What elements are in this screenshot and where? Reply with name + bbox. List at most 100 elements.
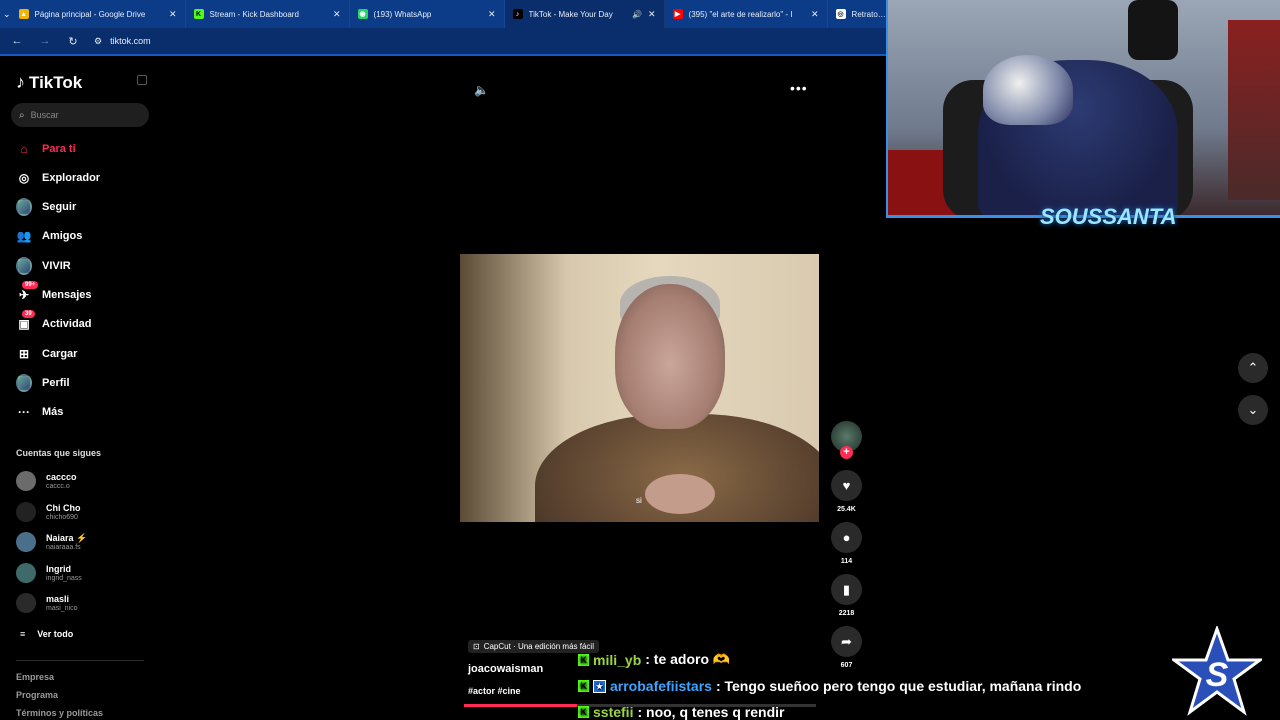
following-account[interactable]: Chi Cho chicho690 bbox=[16, 502, 81, 522]
footer-link-terms[interactable]: Términos y políticas bbox=[16, 708, 103, 718]
following-account[interactable]: caccco caccc.o bbox=[16, 471, 77, 491]
tab-close-icon[interactable]: ✕ bbox=[811, 9, 819, 20]
tab-close-icon[interactable]: ✕ bbox=[333, 9, 341, 20]
video-hashtags[interactable]: #actor #cine bbox=[468, 686, 521, 696]
account-name: Chi Cho bbox=[46, 502, 81, 513]
bookmark-action[interactable]: ▮ 2218 bbox=[831, 574, 862, 617]
next-video-button[interactable]: ⌄ bbox=[1238, 395, 1268, 425]
account-name: Naiara ⚡ bbox=[46, 532, 88, 543]
tab-title: Retrato con bbox=[851, 9, 888, 19]
account-handle: caccc.o bbox=[46, 482, 70, 490]
site-info-icon[interactable]: ⚙ bbox=[94, 36, 102, 47]
sidebar-item-label: Para ti bbox=[42, 143, 76, 155]
previous-video-button[interactable]: ⌃ bbox=[1238, 353, 1268, 383]
search-input[interactable]: ⌕ Buscar bbox=[11, 103, 149, 127]
streamer-name-logo: SOUSSANTA bbox=[1040, 204, 1177, 229]
tab-title: (395) "el arte de realizarlo" - I bbox=[688, 9, 793, 19]
avatar bbox=[16, 532, 36, 552]
browser-tab-bar: ⌄ ▲ Página principal - Google Drive ✕ K Stre… bbox=[0, 0, 897, 28]
upload-icon: ⊞ bbox=[18, 347, 30, 361]
following-account[interactable]: masli masi_nico bbox=[16, 593, 78, 613]
chat-username: arrobafefiistars bbox=[610, 678, 712, 694]
bookmark-icon[interactable]: ▮ bbox=[831, 574, 862, 605]
comment-icon[interactable]: ● bbox=[831, 522, 862, 553]
tab-title: Página principal - Google Drive bbox=[34, 9, 146, 19]
browser-tab[interactable]: ▲ Página principal - Google Drive ✕ bbox=[11, 0, 186, 28]
account-text: masli masi_nico bbox=[46, 594, 78, 613]
chat-message: Kmili_yb: te adoro 🫶 bbox=[578, 651, 730, 668]
sidebar-item[interactable]: Seguir bbox=[16, 198, 76, 216]
sidebar-item[interactable]: ⌂ Para ti bbox=[16, 141, 76, 157]
volume-icon[interactable]: 🔈 bbox=[474, 83, 489, 97]
sidebar-item[interactable]: 👥 Amigos bbox=[16, 228, 83, 244]
webcam-background-person bbox=[1128, 0, 1178, 60]
sidebar-item[interactable]: ✈ 99+ Mensajes bbox=[16, 281, 92, 303]
sidebar-item[interactable]: ◎ Explorador bbox=[16, 170, 100, 186]
browser-tab[interactable]: ◉ (193) WhatsApp ✕ bbox=[350, 0, 505, 28]
more-options-icon[interactable]: ••• bbox=[790, 80, 808, 96]
follow-plus-icon[interactable]: + bbox=[840, 446, 853, 459]
tab-close-icon[interactable]: ✕ bbox=[488, 9, 496, 20]
home-icon: ⌂ bbox=[20, 142, 28, 156]
webcam-overlay bbox=[886, 0, 1280, 218]
tiktok-logo[interactable]: ♪ TikTok bbox=[16, 72, 82, 93]
back-icon[interactable]: ← bbox=[10, 35, 24, 47]
friends-icon: 👥 bbox=[16, 229, 32, 243]
reload-icon[interactable]: ↻ bbox=[66, 35, 80, 48]
sidebar-item-label: Más bbox=[42, 406, 64, 418]
video-player[interactable]: si bbox=[460, 254, 819, 522]
avatar bbox=[16, 257, 32, 275]
browser-tab[interactable]: ♪ TikTok - Make Your Day 🔊 ✕ bbox=[504, 0, 665, 28]
collapse-sidebar-icon[interactable] bbox=[137, 75, 147, 85]
footer-link-programa[interactable]: Programa bbox=[16, 690, 58, 700]
messages-icon: ✈ 99+ bbox=[16, 281, 39, 303]
tab-audio-icon[interactable]: 🔊 bbox=[632, 10, 642, 19]
share-action[interactable]: ➦ 607 bbox=[831, 626, 862, 669]
url-text: tiktok.com bbox=[110, 36, 151, 46]
avatar bbox=[16, 593, 36, 613]
video-subtitle: si bbox=[636, 496, 642, 505]
tab-favicon-icon: ▲ bbox=[18, 9, 29, 19]
tab-favicon-icon: ▶ bbox=[672, 9, 683, 19]
following-account[interactable]: Naiara ⚡ naiaraaa.fs bbox=[16, 532, 87, 552]
like-icon[interactable]: ♥ bbox=[831, 470, 862, 501]
search-icon: ⌕ bbox=[19, 109, 25, 121]
tab-close-icon[interactable]: ✕ bbox=[648, 9, 656, 20]
compass-icon: ◎ bbox=[18, 171, 30, 185]
like-action[interactable]: ♥ 25.4K bbox=[831, 470, 862, 513]
sidebar-item[interactable]: ⊞ Cargar bbox=[16, 346, 78, 362]
url-field[interactable]: ⚙ tiktok.com bbox=[94, 36, 151, 47]
sidebar-item[interactable]: ··· Más bbox=[16, 404, 63, 420]
tab-favicon-icon: ◎ bbox=[835, 9, 846, 19]
share-icon[interactable]: ➦ bbox=[831, 626, 862, 657]
video-username[interactable]: joacowaisman bbox=[468, 663, 543, 675]
chevron-up-icon: ⌃ bbox=[1247, 360, 1259, 375]
forward-icon[interactable]: → bbox=[38, 35, 52, 47]
see-all-button[interactable]: ≡ Ver todo bbox=[20, 629, 73, 639]
sidebar-item[interactable]: VIVIR bbox=[16, 257, 71, 275]
capcut-icon: ⊡ bbox=[473, 642, 480, 651]
kick-badge-icon: K bbox=[578, 680, 589, 692]
kick-badge-icon: K bbox=[578, 653, 589, 666]
tab-title: (193) WhatsApp bbox=[373, 9, 432, 19]
webcam-cap bbox=[983, 55, 1073, 125]
sidebar-item[interactable]: ▣ 39 Actividad bbox=[16, 310, 92, 332]
comment-action[interactable]: ● 114 bbox=[831, 522, 862, 565]
search-placeholder: Buscar bbox=[30, 110, 59, 120]
chat-text: : Tengo sueñoo pero tengo que estudiar, … bbox=[715, 678, 1082, 694]
tab-title: TikTok - Make Your Day bbox=[528, 9, 613, 19]
footer-link-empresa[interactable]: Empresa bbox=[16, 672, 54, 682]
subscriber-badge-icon: ★ bbox=[593, 679, 606, 693]
notification-badge: 99+ bbox=[22, 281, 39, 289]
svg-text:S: S bbox=[1206, 656, 1229, 694]
capcut-label: CapCut · Una edición más fácil bbox=[483, 642, 594, 651]
chat-message: K ★ arrobafefiistars: Tengo sueñoo pero te… bbox=[578, 678, 1081, 694]
browser-tab[interactable]: K Stream - Kick Dashboard ✕ bbox=[186, 0, 350, 28]
browser-tab[interactable]: ▶ (395) "el arte de realizarlo" - I ✕ bbox=[665, 0, 828, 28]
sidebar-item-label: Explorador bbox=[42, 172, 101, 184]
sidebar-item[interactable]: Perfil bbox=[16, 374, 70, 392]
tab-search-button[interactable]: ⌄ bbox=[3, 3, 11, 25]
following-account[interactable]: Ingrid ingrid_nass bbox=[16, 563, 82, 583]
tab-close-icon[interactable]: ✕ bbox=[169, 9, 177, 20]
live-avatar-icon bbox=[16, 257, 32, 275]
